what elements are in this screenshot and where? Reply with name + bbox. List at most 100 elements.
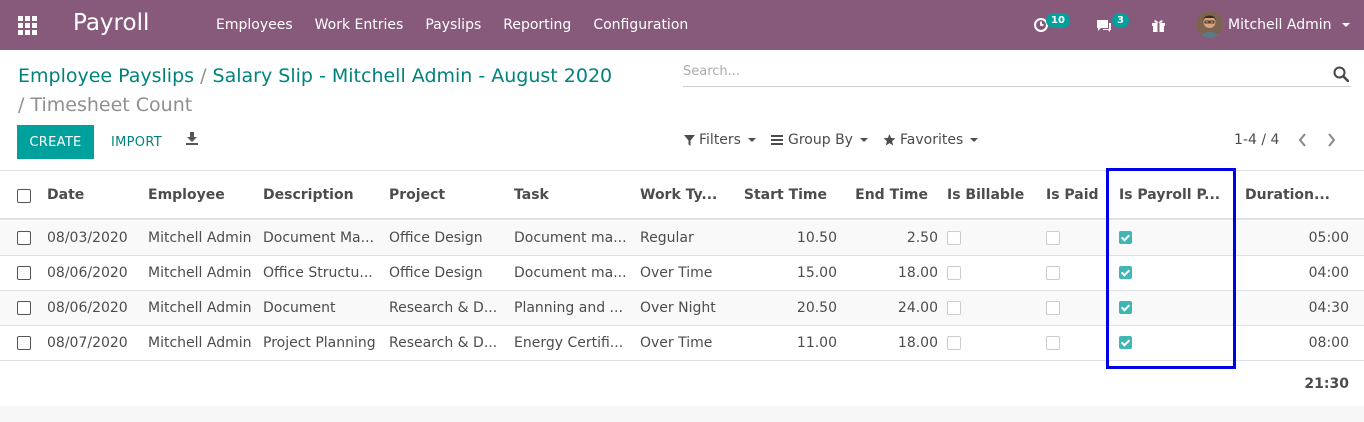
menu-employees[interactable]: Employees [205, 0, 304, 50]
row-select-checkbox[interactable] [17, 266, 31, 280]
chat-icon [1097, 19, 1111, 32]
cell-date: 08/07/2020 [47, 335, 128, 351]
cell-task: Planning and ... [514, 300, 623, 316]
apps-grid-icon[interactable] [18, 16, 37, 35]
cell-duration: 08:00 [1308, 335, 1349, 351]
breadcrumb-separator: / [200, 65, 207, 87]
cell-work-type: Regular [640, 230, 694, 246]
cell-description: Document [263, 300, 336, 316]
cell-date: 08/03/2020 [47, 230, 128, 246]
messages-menu[interactable]: 3 [1095, 0, 1129, 50]
column-header-is-payroll-paid[interactable]: Is Payroll P... [1119, 171, 1227, 219]
download-icon [186, 132, 198, 145]
cell-end-time: 18.00 [897, 335, 938, 351]
breadcrumb-current: Timesheet Count [30, 94, 193, 116]
activity-count-badge: 10 [1046, 13, 1070, 28]
import-button[interactable]: IMPORT [105, 125, 168, 159]
column-header-project[interactable]: Project [389, 171, 507, 219]
cell-start-time: 20.50 [796, 300, 837, 316]
list-footer [0, 406, 1364, 422]
avatar[interactable] [1196, 11, 1223, 38]
table-row[interactable]: 08/07/2020 Mitchell Admin Project Planning… [0, 326, 1364, 361]
cell-is-paid-checkbox [1046, 266, 1060, 280]
cell-is-billable-checkbox [947, 231, 961, 245]
row-select-checkbox[interactable] [17, 301, 31, 315]
cell-description: Document Ma... [263, 230, 374, 246]
group-by-label: Group By [788, 132, 853, 148]
favorites-label: Favorites [900, 132, 964, 148]
cell-task: Energy Certifi... [514, 335, 624, 351]
cell-end-time: 2.50 [906, 230, 938, 246]
table-row[interactable]: 08/03/2020 Mitchell Admin Document Ma... Of… [0, 221, 1364, 256]
column-header-end-time[interactable]: End Time [833, 171, 928, 219]
download-button[interactable] [185, 131, 207, 153]
table-header: Date Employee Description Project Task W… [0, 170, 1364, 220]
messages-count-badge: 3 [1112, 13, 1129, 28]
chevron-left-icon [1298, 133, 1306, 147]
cell-duration: 04:30 [1308, 300, 1349, 316]
cell-project: Office Design [389, 230, 483, 246]
app-title[interactable]: Payroll [73, 10, 149, 36]
cell-is-paid-checkbox [1046, 336, 1060, 350]
cell-description: Project Planning [263, 335, 376, 351]
column-header-duration[interactable]: Duration... [1245, 171, 1355, 219]
top-navbar: Payroll Employees Work Entries Payslips … [0, 0, 1364, 50]
cell-work-type: Over Time [640, 335, 713, 351]
row-select-checkbox[interactable] [17, 336, 31, 350]
breadcrumb-separator: / [18, 94, 25, 116]
duration-total: 21:30 [1304, 376, 1349, 392]
pager-previous-button[interactable] [1297, 132, 1307, 152]
list-icon [771, 135, 783, 145]
search-icon[interactable] [1333, 66, 1349, 82]
table-row[interactable]: 08/06/2020 Mitchell Admin Document Research… [0, 291, 1364, 326]
create-button[interactable]: CREATE [17, 125, 94, 159]
column-header-is-paid[interactable]: Is Paid [1046, 171, 1106, 219]
table-row[interactable]: 08/06/2020 Mitchell Admin Office Structu..… [0, 256, 1364, 291]
menu-reporting[interactable]: Reporting [492, 0, 582, 50]
column-header-description[interactable]: Description [263, 171, 381, 219]
gift-menu[interactable] [1151, 0, 1169, 50]
chevron-down-icon [970, 138, 979, 142]
cell-is-billable-checkbox [947, 336, 961, 350]
search-input[interactable] [683, 64, 1313, 79]
column-header-start-time[interactable]: Start Time [733, 171, 827, 219]
activity-menu[interactable]: 10 [1033, 0, 1070, 50]
breadcrumb-salary-slip[interactable]: Salary Slip - Mitchell Admin - August 20… [213, 65, 613, 87]
cell-start-time: 10.50 [796, 230, 837, 246]
cell-employee: Mitchell Admin [148, 265, 252, 281]
user-name[interactable]: Mitchell Admin [1228, 0, 1332, 50]
gift-icon [1152, 19, 1165, 32]
chevron-down-icon [859, 138, 868, 142]
menu-payslips[interactable]: Payslips [414, 0, 492, 50]
filters-dropdown[interactable]: Filters [684, 132, 756, 148]
cell-description: Office Structu... [263, 265, 373, 281]
group-by-dropdown[interactable]: Group By [771, 132, 868, 148]
cell-start-time: 11.00 [796, 335, 837, 351]
cell-is-payroll-checkbox [1119, 231, 1132, 244]
menu-configuration[interactable]: Configuration [582, 0, 699, 50]
star-icon [883, 134, 896, 146]
cell-is-payroll-checkbox [1119, 301, 1132, 314]
column-header-work-type[interactable]: Work Ty... [640, 171, 732, 219]
column-header-is-billable[interactable]: Is Billable [947, 171, 1042, 219]
cell-task: Document ma... [514, 230, 627, 246]
filter-icon [684, 134, 695, 146]
cell-employee: Mitchell Admin [148, 335, 252, 351]
column-header-task[interactable]: Task [514, 171, 632, 219]
chevron-down-icon[interactable] [1342, 23, 1350, 27]
pager-value[interactable]: 1-4 / 4 [1234, 132, 1279, 148]
filters-label: Filters [699, 132, 741, 148]
cell-duration: 05:00 [1308, 230, 1349, 246]
favorites-dropdown[interactable]: Favorites [883, 132, 979, 148]
main-menu: Employees Work Entries Payslips Reportin… [205, 0, 699, 50]
column-header-employee[interactable]: Employee [148, 171, 253, 219]
cell-date: 08/06/2020 [47, 300, 128, 316]
column-header-date[interactable]: Date [47, 171, 137, 219]
breadcrumb-employee-payslips[interactable]: Employee Payslips [18, 65, 194, 87]
row-select-checkbox[interactable] [17, 231, 31, 245]
select-all-checkbox[interactable] [17, 189, 31, 203]
menu-work-entries[interactable]: Work Entries [304, 0, 415, 50]
cell-end-time: 24.00 [897, 300, 938, 316]
cell-project: Research & D... [389, 300, 498, 316]
pager-next-button[interactable] [1327, 132, 1337, 152]
